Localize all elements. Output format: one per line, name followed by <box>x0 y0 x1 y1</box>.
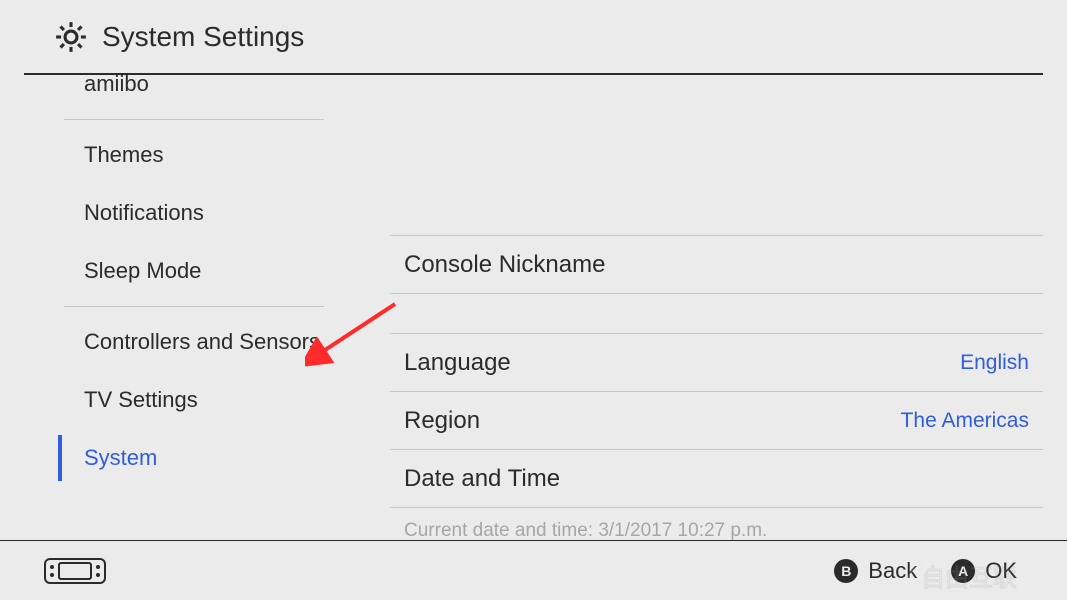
settings-panel: Console Nickname Language English Region… <box>340 75 1043 540</box>
setting-row-language[interactable]: Language English <box>390 333 1043 391</box>
sidebar-item-label: amiibo <box>84 75 149 97</box>
a-button-icon: A <box>951 559 975 583</box>
sidebar-item-themes[interactable]: Themes <box>64 126 340 184</box>
setting-label: Console Nickname <box>404 251 605 279</box>
sidebar-item-label: Controllers and Sensors <box>84 329 320 355</box>
sidebar-item-amiibo[interactable]: amiibo <box>64 75 340 113</box>
setting-label: Language <box>404 349 511 377</box>
ok-button-hint[interactable]: A OK <box>951 558 1017 584</box>
current-date-time-info: Current date and time: 3/1/2017 10:27 p.… <box>390 507 1043 540</box>
setting-value: English <box>960 351 1029 375</box>
setting-spacer <box>390 293 1043 333</box>
setting-row-date-and-time[interactable]: Date and Time <box>390 449 1043 507</box>
content-area: amiibo Themes Notifications Sleep Mode C… <box>24 75 1043 540</box>
setting-value: The Americas <box>901 409 1029 433</box>
sidebar-item-notifications[interactable]: Notifications <box>64 184 340 242</box>
sidebar-item-tv-settings[interactable]: TV Settings <box>64 371 340 429</box>
setting-row-region[interactable]: Region The Americas <box>390 391 1043 449</box>
back-button-hint[interactable]: B Back <box>834 558 917 584</box>
sidebar-divider <box>64 119 324 120</box>
sidebar-item-label: System <box>84 445 157 471</box>
sidebar-item-sleep-mode[interactable]: Sleep Mode <box>64 242 340 300</box>
back-label: Back <box>868 558 917 584</box>
sidebar-item-controllers-and-sensors[interactable]: Controllers and Sensors <box>64 313 340 371</box>
setting-label: Date and Time <box>404 465 560 493</box>
sidebar-item-label: Themes <box>84 142 163 168</box>
header: System Settings <box>24 0 1043 75</box>
b-button-icon: B <box>834 559 858 583</box>
ok-label: OK <box>985 558 1017 584</box>
sidebar-item-label: TV Settings <box>84 387 198 413</box>
console-icon <box>44 558 106 584</box>
sidebar-item-label: Notifications <box>84 200 204 226</box>
footer-bar: B Back A OK <box>0 540 1067 600</box>
sidebar-item-label: Sleep Mode <box>84 258 201 284</box>
settings-sidebar: amiibo Themes Notifications Sleep Mode C… <box>24 75 340 540</box>
setting-row-console-nickname[interactable]: Console Nickname <box>390 235 1043 293</box>
sidebar-item-system[interactable]: System <box>64 429 340 487</box>
page-title: System Settings <box>102 21 304 53</box>
setting-label: Region <box>404 407 480 435</box>
gear-icon <box>54 20 88 54</box>
sidebar-divider <box>64 306 324 307</box>
